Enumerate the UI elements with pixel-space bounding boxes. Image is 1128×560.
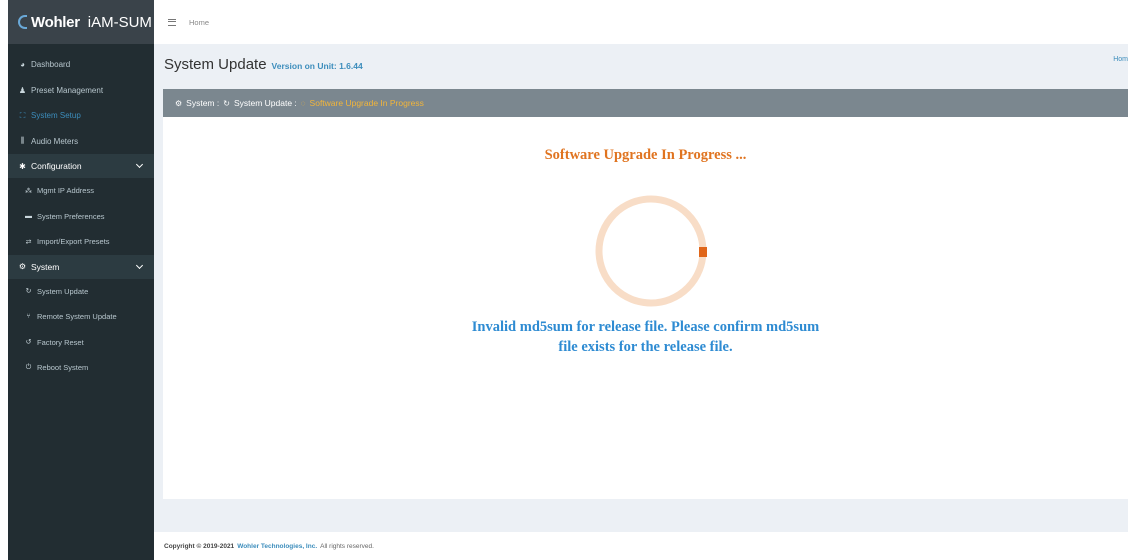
sidebar-item-audio-meters[interactable]: ⫼ Audio Meters xyxy=(8,129,154,155)
sidebar-item-label: Dashboard xyxy=(31,60,71,70)
sidebar-item-system-preferences[interactable]: ▬ System Preferences xyxy=(8,204,154,230)
home-breadcrumb-link[interactable]: Hom xyxy=(1113,56,1128,63)
chevron-down-icon xyxy=(135,160,144,169)
footer: Copyright © 2019-2021 Wohler Technologie… xyxy=(154,532,1128,560)
page-header: System Update Version on Unit: 1.6.44 Ho… xyxy=(154,44,1128,85)
sidebar-item-label: Audio Meters xyxy=(31,136,79,146)
sidebar-item-remote-system-update[interactable]: ⑂ Remote System Update xyxy=(8,304,154,330)
breadcrumb[interactable]: Home xyxy=(189,18,209,27)
sidebar-item-label: System Preferences xyxy=(37,211,105,221)
sidebar-menu: ◕ Dashboard ♟ Preset Management ⛶ System… xyxy=(8,44,154,381)
spinner-small-icon: ◌ xyxy=(300,98,306,108)
error-message: Invalid md5sum for release file. Please … xyxy=(163,317,1128,357)
remote-icon: ⑂ xyxy=(26,313,31,321)
sidebar-item-label: Reboot System xyxy=(37,363,89,373)
users-icon: ♟ xyxy=(18,85,27,95)
sidebar-item-factory-reset[interactable]: ↺ Factory Reset xyxy=(8,330,154,356)
menu-toggle-icon[interactable] xyxy=(168,18,176,26)
sidebar-item-label: System Update xyxy=(37,286,89,296)
panel-header: ⚙ System : ↻ System Update : ◌ Software … xyxy=(163,89,1128,117)
sidebar-item-label: Mgmt IP Address xyxy=(37,186,94,196)
sidebar-item-dashboard[interactable]: ◕ Dashboard xyxy=(8,52,154,78)
company-link[interactable]: Wohler Technologies, Inc. xyxy=(237,543,317,550)
bar-chart-icon: ⫼ xyxy=(20,136,25,146)
crumb-system: System : xyxy=(186,98,220,108)
sidebar-item-system-update[interactable]: ↻ System Update xyxy=(8,279,154,305)
sidebar-group-system[interactable]: ⚙ System xyxy=(8,254,154,279)
refresh-icon: ↻ xyxy=(25,288,32,296)
wohler-logo: Wohler xyxy=(18,14,80,31)
group-label: Configuration xyxy=(31,161,82,171)
sidebar-group-configuration[interactable]: ✱ Configuration xyxy=(8,154,154,178)
main-content: System Update Version on Unit: 1.6.44 Ho… xyxy=(154,44,1128,532)
sidebar-item-reboot-system[interactable]: ⏻ Reboot System xyxy=(8,355,154,381)
undo-icon: ↺ xyxy=(25,339,32,347)
update-panel: ⚙ System : ↻ System Update : ◌ Software … xyxy=(163,89,1128,499)
cogs-icon: ⚙ xyxy=(175,98,183,108)
sidebar-item-label: System Setup xyxy=(31,111,81,121)
brand-header[interactable]: Wohler iAM-SUM xyxy=(8,0,154,44)
dashboard-icon: ◕ xyxy=(20,60,25,70)
logo-text: Wohler xyxy=(31,13,80,31)
sidebar-item-system-setup[interactable]: ⛶ System Setup xyxy=(8,103,154,129)
sidebar-item-preset-management[interactable]: ♟ Preset Management xyxy=(8,78,154,104)
power-icon: ⏻ xyxy=(25,363,32,371)
page-title: System Update xyxy=(164,56,267,73)
exchange-icon: ⇄ xyxy=(25,238,32,246)
version-label: Version on Unit: 1.6.44 xyxy=(271,61,363,71)
progress-title: Software Upgrade In Progress ... xyxy=(544,147,747,163)
sidebar-item-mgmt-ip-address[interactable]: ⁂ Mgmt IP Address xyxy=(8,178,154,204)
sidebar-item-label: Factory Reset xyxy=(37,337,84,347)
preferences-icon: ▬ xyxy=(25,212,32,220)
chevron-down-icon xyxy=(135,261,144,269)
error-line-2: file exists for the release file. xyxy=(558,339,733,355)
top-navbar: Home xyxy=(154,0,1128,44)
sitemap-icon: ⛶ xyxy=(19,110,26,120)
sidebar-item-label: Remote System Update xyxy=(37,312,117,322)
rights-text: All rights reserved. xyxy=(320,542,374,550)
loading-spinner-icon xyxy=(595,195,707,307)
network-icon: ⁂ xyxy=(25,187,32,195)
sidebar-item-import-export-presets[interactable]: ⇄ Import/Export Presets xyxy=(8,229,154,255)
spinner-progress-marker xyxy=(699,247,707,257)
product-name: iAM-SUM xyxy=(87,13,152,31)
logo-swirl-icon xyxy=(18,15,27,29)
sidebar-item-label: Preset Management xyxy=(31,85,104,95)
gear-icon: ✱ xyxy=(19,161,26,171)
cogs-icon: ⚙ xyxy=(18,262,27,271)
error-line-1: Invalid md5sum for release file. Please … xyxy=(471,319,820,335)
crumb-current: Software Upgrade In Progress xyxy=(309,98,424,108)
refresh-icon: ↻ xyxy=(223,98,230,108)
sidebar-item-label: Import/Export Presets xyxy=(37,237,110,247)
sidebar: Wohler iAM-SUM ◕ Dashboard ♟ Preset Mana… xyxy=(8,0,154,560)
group-label: System xyxy=(31,261,60,272)
crumb-system-update: System Update : xyxy=(233,98,297,108)
copyright-text: Copyright © 2019-2021 xyxy=(164,542,235,550)
